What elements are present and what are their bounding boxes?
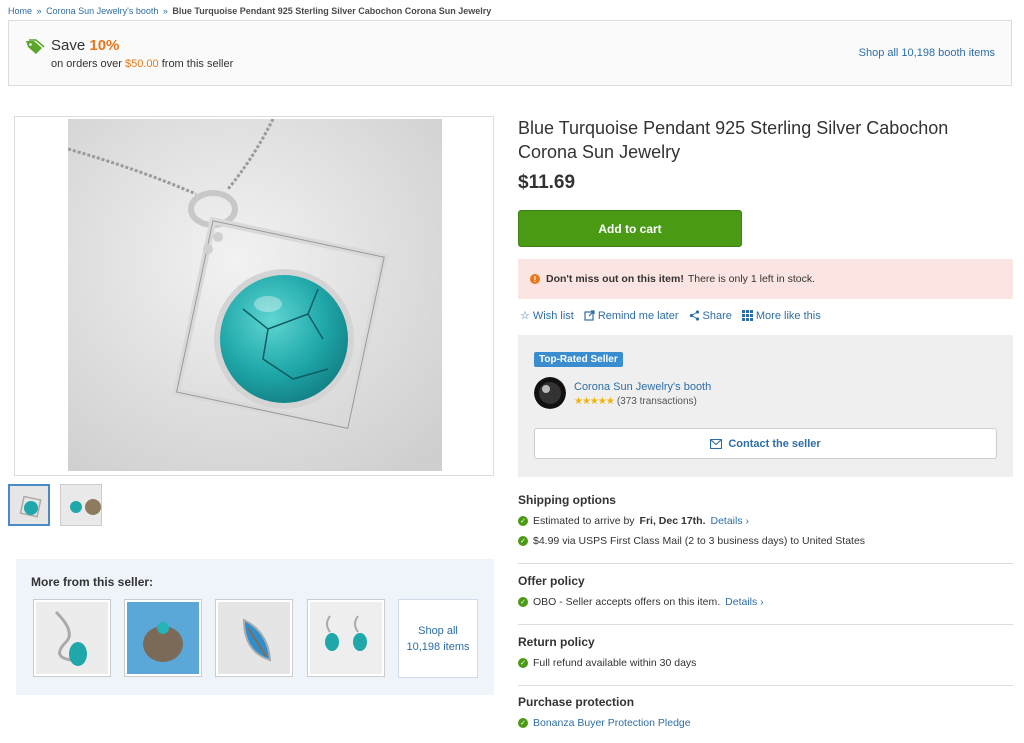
- related-item-image: [127, 602, 199, 674]
- grid-icon: [741, 310, 753, 321]
- save-conditions-prefix: on orders over: [51, 58, 122, 70]
- seller-panel: Top-Rated Seller Corona Sun Jewelry's bo…: [518, 335, 1013, 477]
- offer-section: Offer policy ✓ OBO - Seller accepts offe…: [518, 574, 1013, 608]
- related-item-3[interactable]: [215, 599, 293, 677]
- protection-section: Purchase protection ✓ Bonanza Buyer Prot…: [518, 695, 1013, 729]
- shipping-method: ✓ $4.99 via USPS First Class Mail (2 to …: [518, 535, 1013, 547]
- envelope-icon: [710, 438, 723, 449]
- item-actions: ☆ Wish list Remind me later Share More l…: [520, 309, 821, 323]
- offer-title: Offer policy: [518, 574, 585, 588]
- save-word: Save: [51, 37, 86, 54]
- shipping-estimate: ✓ Estimated to arrive by Fri, Dec 17th. …: [518, 515, 1013, 527]
- seller-name-link[interactable]: Corona Sun Jewelry's booth: [574, 381, 711, 393]
- product-title: Blue Turquoise Pendant 925 Sterling Silv…: [518, 118, 949, 162]
- breadcrumb-separator: »: [36, 6, 42, 16]
- rating-stars-icon: ★★★★★: [574, 396, 615, 407]
- protection-title: Purchase protection: [518, 695, 635, 709]
- related-item-1[interactable]: [33, 599, 111, 677]
- transaction-count: (373 transactions): [616, 396, 697, 407]
- thumbnail-image: [10, 486, 48, 524]
- check-icon: ✓: [518, 718, 528, 728]
- external-reminder-icon: [584, 310, 595, 321]
- offer-details-link[interactable]: Details ›: [725, 596, 764, 608]
- shipping-estimate-date: Fri, Dec 17th.: [639, 515, 706, 527]
- share-link[interactable]: Share: [689, 309, 732, 322]
- return-title: Return policy: [518, 635, 595, 649]
- breadcrumb: Home » Corona Sun Jewelry's booth » Blue…: [8, 6, 491, 16]
- alert-icon: !: [530, 274, 540, 284]
- shipping-section: Shipping options ✓ Estimated to arrive b…: [518, 493, 1013, 547]
- return-policy-line: ✓ Full refund available within 30 days: [518, 657, 1013, 669]
- seller-rating: ★★★★★ (373 transactions): [574, 396, 697, 407]
- offer-policy-text: OBO - Seller accepts offers on this item…: [533, 596, 721, 608]
- related-item-image: [36, 602, 108, 674]
- more-like-this-link[interactable]: More like this: [741, 309, 821, 322]
- share-icon: [689, 310, 699, 321]
- check-icon: ✓: [518, 536, 528, 546]
- alert-bold-text: Don't miss out on this item!: [546, 273, 684, 285]
- save-conditions: on orders over $50.00 from this seller: [51, 58, 233, 70]
- save-headline: Save 10%: [51, 37, 119, 54]
- price-tag-icon: [26, 39, 45, 54]
- low-stock-alert: ! Don't miss out on this item! There is …: [518, 259, 1013, 299]
- divider: [518, 624, 1013, 625]
- offer-policy-line: ✓ OBO - Seller accepts offers on this it…: [518, 596, 1013, 608]
- remind-later-label: Remind me later: [597, 309, 679, 322]
- related-item-4[interactable]: [307, 599, 385, 677]
- promo-banner: Save 10% on orders over $50.00 from this…: [8, 20, 1012, 86]
- related-item-image: [310, 602, 382, 674]
- save-conditions-suffix: from this seller: [161, 58, 234, 70]
- shipping-title: Shipping options: [518, 493, 616, 507]
- shipping-method-text: $4.99 via USPS First Class Mail (2 to 3 …: [533, 535, 866, 547]
- breadcrumb-current: Blue Turquoise Pendant 925 Sterling Silv…: [172, 6, 492, 16]
- product-image[interactable]: [68, 119, 442, 471]
- seller-avatar[interactable]: [534, 377, 566, 409]
- more-like-this-label: More like this: [755, 309, 821, 322]
- check-icon: ✓: [518, 597, 528, 607]
- add-to-cart-button[interactable]: Add to cart: [518, 210, 742, 247]
- wish-list-link[interactable]: ☆ Wish list: [520, 309, 574, 323]
- remind-later-link[interactable]: Remind me later: [584, 309, 679, 322]
- top-rated-badge: Top-Rated Seller: [534, 352, 623, 367]
- thumbnail-2[interactable]: [60, 484, 102, 526]
- check-icon: ✓: [518, 658, 528, 668]
- product-price: $11.69: [518, 172, 576, 193]
- divider: [518, 685, 1013, 686]
- save-threshold-amount: $50.00: [125, 58, 159, 70]
- save-percent: 10%: [89, 37, 120, 54]
- divider: [518, 563, 1013, 564]
- thumbnail-image: [61, 485, 101, 525]
- check-icon: ✓: [518, 516, 528, 526]
- breadcrumb-home[interactable]: Home: [8, 6, 32, 16]
- protection-line: ✓ Bonanza Buyer Protection Pledge: [518, 717, 1013, 729]
- contact-seller-button[interactable]: Contact the seller: [534, 428, 997, 459]
- breadcrumb-separator: »: [162, 6, 168, 16]
- shipping-details-link[interactable]: Details ›: [711, 515, 750, 527]
- more-from-seller: More from this seller: Shop all 10,198 i…: [16, 559, 494, 695]
- shop-all-items-button[interactable]: Shop all 10,198 items: [398, 599, 478, 678]
- buyer-protection-link[interactable]: Bonanza Buyer Protection Pledge: [533, 717, 691, 729]
- more-from-seller-title: More from this seller:: [31, 575, 154, 589]
- thumbnail-1[interactable]: [8, 484, 50, 526]
- contact-seller-label: Contact the seller: [728, 437, 821, 450]
- star-outline-icon: ☆: [520, 310, 530, 322]
- return-section: Return policy ✓ Full refund available wi…: [518, 635, 1013, 669]
- shop-all-booth-link[interactable]: Shop all 10,198 booth items: [859, 47, 995, 59]
- related-item-image: [218, 602, 290, 674]
- breadcrumb-booth[interactable]: Corona Sun Jewelry's booth: [46, 6, 158, 16]
- shipping-estimate-prefix: Estimated to arrive by: [533, 515, 635, 527]
- main-image-container[interactable]: [14, 116, 494, 476]
- alert-text: There is only 1 left in stock.: [687, 273, 816, 285]
- wish-list-label: Wish list: [532, 309, 574, 322]
- share-label: Share: [702, 309, 732, 322]
- related-item-2[interactable]: [124, 599, 202, 677]
- return-policy-text: Full refund available within 30 days: [533, 657, 697, 669]
